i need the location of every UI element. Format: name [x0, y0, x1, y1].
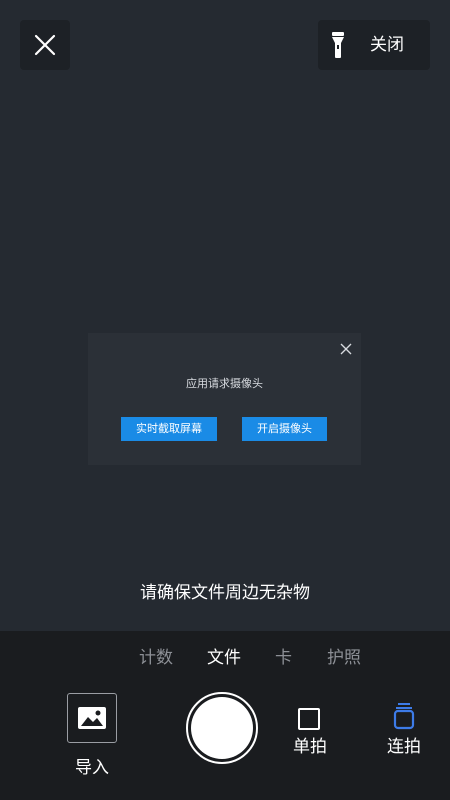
camera-permission-dialog: 应用请求摄像头 实时截取屏幕 开启摄像头: [88, 333, 361, 465]
shutter-button[interactable]: [186, 692, 258, 764]
flashlight-toggle-button[interactable]: 关闭: [318, 20, 430, 70]
single-shot-label[interactable]: 单拍: [287, 732, 333, 757]
import-button[interactable]: [67, 693, 117, 743]
tab-document[interactable]: 文件: [207, 643, 241, 668]
scan-hint: 请确保文件周边无杂物: [140, 583, 310, 603]
close-button[interactable]: [20, 20, 70, 70]
square-icon[interactable]: [298, 708, 320, 730]
import-label: 导入: [75, 758, 109, 778]
camera-controls-panel: 计数 文件 卡 护照 导入 单拍 连拍: [0, 631, 450, 800]
tab-passport[interactable]: 护照: [327, 643, 361, 668]
stack-icon[interactable]: [393, 702, 415, 730]
close-icon[interactable]: [340, 343, 352, 355]
flashlight-icon: [332, 32, 344, 58]
tab-card[interactable]: 卡: [275, 643, 292, 668]
burst-shot-label[interactable]: 连拍: [381, 732, 427, 757]
close-icon: [34, 34, 56, 56]
dialog-title: 应用请求摄像头: [186, 377, 263, 390]
shutter-inner: [191, 697, 253, 759]
open-camera-button[interactable]: 开启摄像头: [242, 417, 327, 441]
image-icon: [78, 707, 106, 729]
tab-count[interactable]: 计数: [139, 643, 173, 668]
screen-capture-button[interactable]: 实时截取屏幕: [121, 417, 217, 441]
flashlight-label: 关闭: [370, 35, 404, 55]
